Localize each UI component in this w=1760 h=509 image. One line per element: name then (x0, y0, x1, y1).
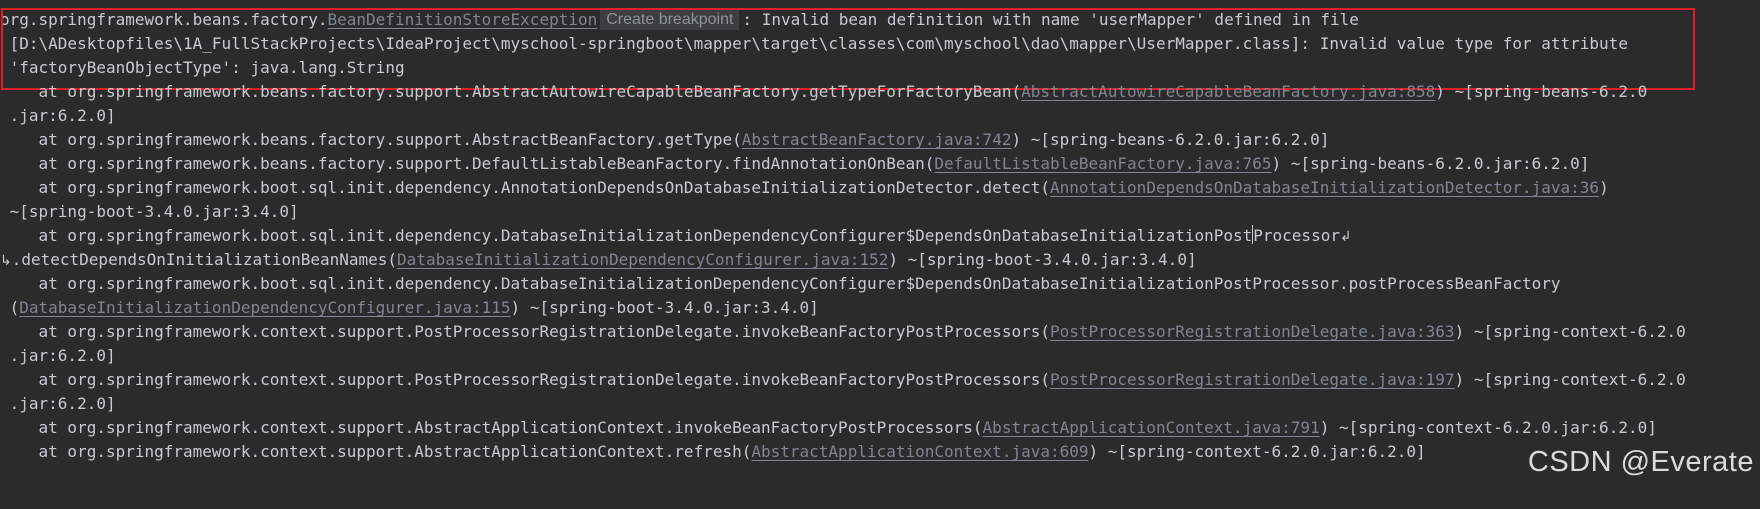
csdn-watermark: CSDN @Everate (1527, 446, 1754, 478)
exception-class-prefix: org.springframework.beans.factory. (0, 10, 328, 29)
stack-trace-line: .jar:6.2.0] (0, 346, 116, 365)
exception-message-line-2: [D:\ADesktopfiles\1A_FullStackProjects\I… (0, 34, 1628, 53)
stack-trace-line: at org.springframework.context.support.A… (0, 442, 1426, 461)
stack-trace-line: at org.springframework.beans.factory.sup… (0, 130, 1330, 149)
soft-wrap-icon: ↲ (1339, 229, 1352, 245)
exception-message: : Invalid bean definition with name 'use… (742, 10, 1359, 29)
source-link[interactable]: AbstractAutowireCapableBeanFactory.java:… (1021, 82, 1435, 101)
source-link[interactable]: AbstractApplicationContext.java:791 (983, 418, 1320, 437)
stack-trace-line: ↳.detectDependsOnInitializationBeanNames… (0, 250, 1197, 269)
source-link[interactable]: DatabaseInitializationDependencyConfigur… (397, 250, 888, 269)
source-link[interactable]: PostProcessorRegistrationDelegate.java:3… (1050, 322, 1455, 341)
source-link[interactable]: AnnotationDependsOnDatabaseInitializatio… (1050, 178, 1599, 197)
soft-wrap-continue-icon: ↳ (0, 253, 12, 269)
create-breakpoint-tooltip[interactable]: Create breakpoint (600, 10, 740, 30)
console-output: org.springframework.beans.factory.BeanDe… (0, 0, 1760, 509)
exception-header-line: org.springframework.beans.factory.BeanDe… (0, 6, 1359, 33)
stack-trace-line: at org.springframework.beans.factory.sup… (0, 82, 1648, 101)
stack-trace-line: (DatabaseInitializationDependencyConfigu… (0, 298, 819, 317)
stack-trace-line: at org.springframework.context.support.P… (0, 322, 1686, 341)
stack-trace-line: at org.springframework.context.support.P… (0, 370, 1686, 389)
stack-trace-line: ~[spring-boot-3.4.0.jar:3.4.0] (0, 202, 299, 221)
source-link[interactable]: DefaultListableBeanFactory.java:765 (934, 154, 1271, 173)
stack-trace-line: at org.springframework.boot.sql.init.dep… (0, 225, 1352, 245)
stack-trace-line: at org.springframework.boot.sql.init.dep… (0, 274, 1561, 293)
exception-message-line-3: 'factoryBeanObjectType': java.lang.Strin… (0, 58, 405, 77)
stack-trace-line: at org.springframework.context.support.A… (0, 418, 1657, 437)
source-link[interactable]: AbstractApplicationContext.java:609 (751, 442, 1088, 461)
exception-class-link[interactable]: BeanDefinitionStoreException (328, 10, 598, 29)
source-link[interactable]: PostProcessorRegistrationDelegate.java:1… (1050, 370, 1455, 389)
source-link[interactable]: DatabaseInitializationDependencyConfigur… (19, 298, 510, 317)
stack-trace-line: .jar:6.2.0] (0, 106, 116, 125)
stack-trace-line: at org.springframework.beans.factory.sup… (0, 154, 1590, 173)
stack-trace-line: .jar:6.2.0] (0, 394, 116, 413)
source-link[interactable]: AbstractBeanFactory.java:742 (742, 130, 1012, 149)
stack-trace-line: at org.springframework.boot.sql.init.dep… (0, 178, 1609, 197)
